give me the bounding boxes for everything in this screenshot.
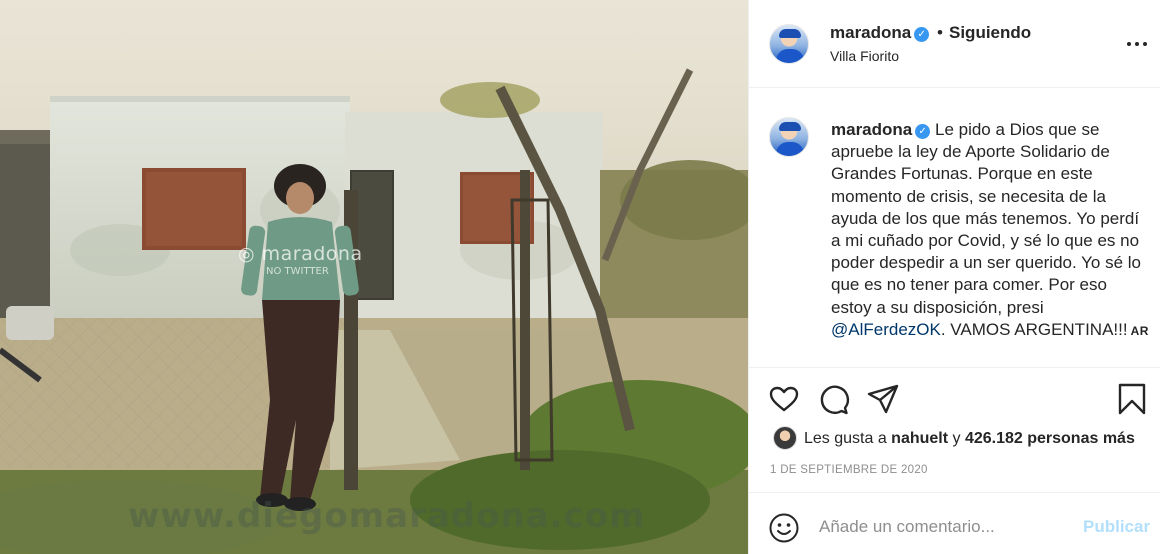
watermark-handle: ◎ maradona bbox=[238, 243, 363, 265]
comment-box: Publicar bbox=[749, 492, 1160, 554]
caption-text: maradona ✓ Le pido a Dios que se apruebe … bbox=[831, 119, 1151, 342]
liker-username[interactable]: nahuelt bbox=[891, 430, 948, 447]
post-side-panel: maradona ✓ • Siguiendo Villa Fiorito mara… bbox=[748, 0, 1160, 554]
avatar[interactable] bbox=[769, 24, 809, 64]
caption-avatar[interactable] bbox=[769, 117, 809, 157]
likes-count[interactable]: 426.182 personas más bbox=[965, 430, 1135, 447]
translate-badge[interactable]: AR bbox=[1131, 324, 1149, 338]
liker-avatar[interactable] bbox=[773, 426, 797, 450]
post-photo[interactable]: ◎ maradona NO TWITTER www.diegomaradona.… bbox=[0, 0, 748, 554]
more-horizontal-icon[interactable] bbox=[1125, 36, 1149, 52]
caption-username[interactable]: maradona bbox=[831, 120, 912, 139]
post-actions: Les gusta a nahuelt y 426.182 personas m… bbox=[749, 367, 1160, 492]
header-username[interactable]: maradona bbox=[830, 23, 911, 42]
post-header: maradona ✓ • Siguiendo Villa Fiorito bbox=[749, 0, 1160, 88]
post-date[interactable]: 1 DE SEPTIEMBRE DE 2020 bbox=[770, 464, 928, 476]
watermark-note: NO TWITTER bbox=[266, 266, 329, 277]
separator-dot: • bbox=[937, 23, 943, 42]
watermark-handle-text: maradona bbox=[261, 243, 363, 265]
comment-input[interactable] bbox=[819, 515, 1069, 539]
share-icon[interactable] bbox=[866, 382, 900, 416]
heart-icon[interactable] bbox=[767, 382, 801, 416]
likes-middle: y bbox=[948, 430, 965, 447]
verified-badge-icon: ✓ bbox=[915, 124, 931, 139]
header-username-wrap[interactable]: maradona ✓ bbox=[830, 23, 930, 43]
bookmark-icon[interactable] bbox=[1115, 382, 1149, 416]
location-link[interactable]: Villa Fiorito bbox=[830, 48, 899, 64]
emoji-icon[interactable] bbox=[768, 512, 800, 544]
verified-badge-icon: ✓ bbox=[914, 27, 930, 42]
photo-illustration bbox=[0, 68, 748, 554]
publish-button[interactable]: Publicar bbox=[1083, 517, 1150, 537]
likes-prefix: Les gusta a bbox=[804, 430, 892, 447]
mention-link[interactable]: @AlFerdezOK bbox=[831, 320, 941, 339]
watermark-site: www.diegomaradona.com bbox=[128, 496, 646, 536]
caption: maradona ✓ Le pido a Dios que se apruebe … bbox=[749, 89, 1160, 367]
caption-body: Le pido a Dios que se apruebe la ley de … bbox=[831, 120, 1142, 317]
follow-status-button[interactable]: Siguiendo bbox=[949, 23, 1031, 43]
caption-body-end: . VAMOS ARGENTINA!!! bbox=[940, 319, 1128, 339]
comment-icon[interactable] bbox=[817, 382, 851, 416]
likes-summary: Les gusta a nahuelt y 426.182 personas m… bbox=[804, 430, 1135, 448]
